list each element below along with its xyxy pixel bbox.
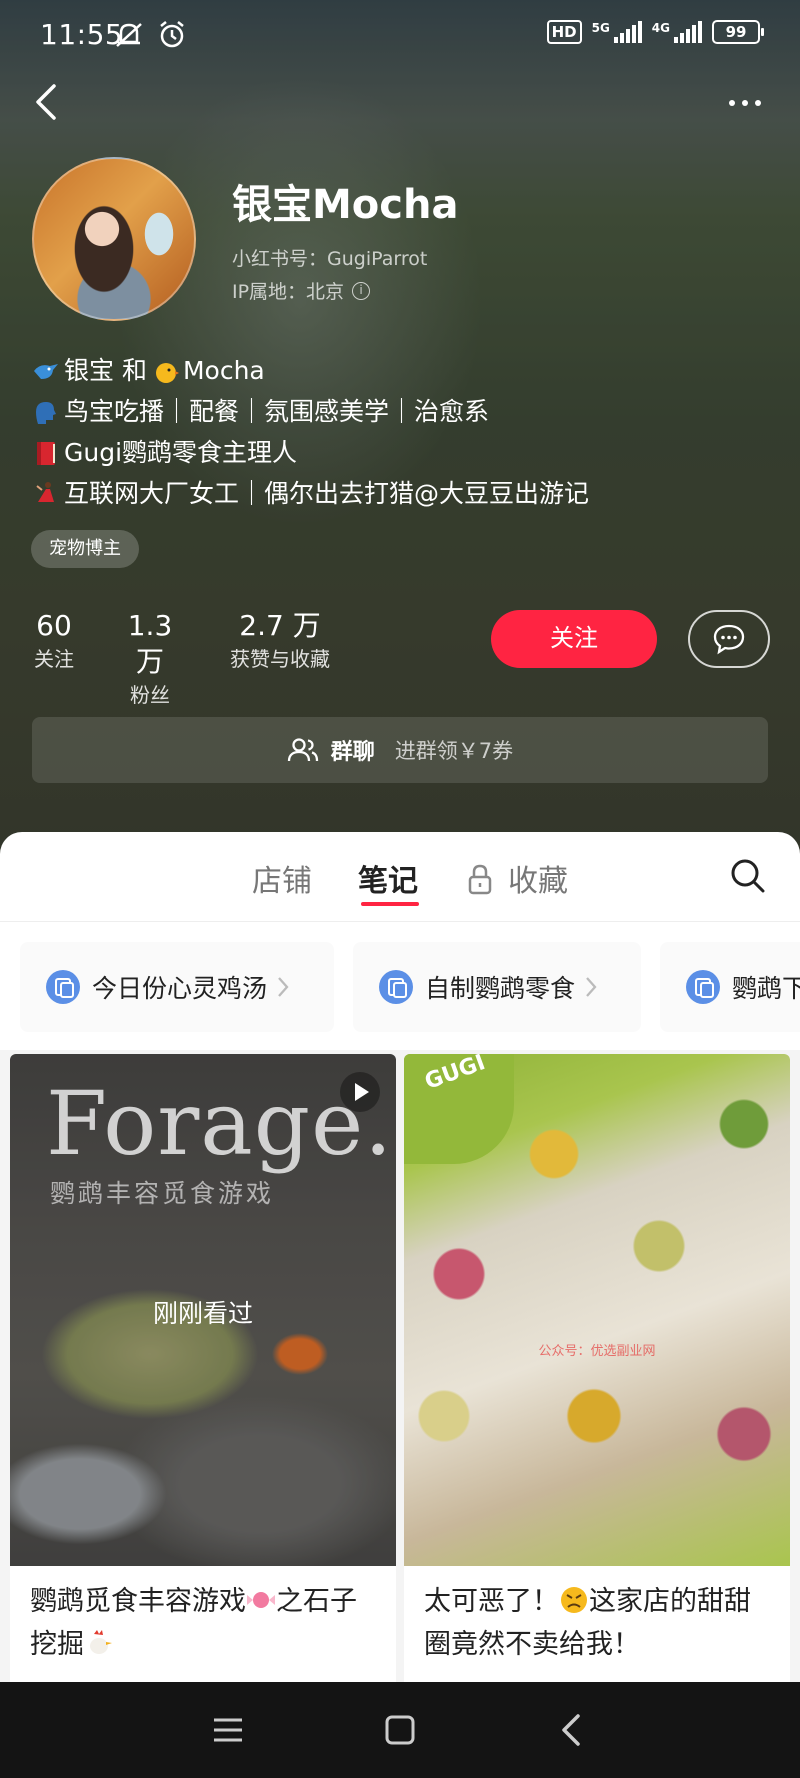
collection-chips: 今日份心灵鸡汤 自制鹦鹉零食 鹦鹉下	[0, 942, 800, 1034]
active-tab-indicator	[361, 902, 419, 906]
signal-4g-icon: 4G	[652, 21, 702, 43]
status-bar: 11:55 HD 5G 4G 99	[0, 0, 800, 70]
status-right: HD 5G 4G 99	[546, 20, 764, 44]
chip-label: 鹦鹉下	[732, 974, 800, 1003]
mute-icon	[116, 23, 142, 47]
follow-button[interactable]: 关注	[491, 610, 657, 668]
note-card[interactable]: GUGI 公众号：优选副业网 太可恶了！ 这家店的甜甜圈竟然不卖给我！	[404, 1054, 790, 1694]
brand-logo-text: GUGI	[421, 1054, 489, 1095]
video-play-icon	[340, 1072, 380, 1112]
group-chat-title: 群聊	[330, 740, 375, 765]
profile-name: 银宝Mocha	[232, 182, 459, 228]
chick-icon	[155, 362, 179, 383]
note-title: 太可恶了！ 这家店的甜甜圈竟然不卖给我！	[424, 1586, 751, 1660]
system-navigation-bar	[0, 1682, 800, 1778]
content-sheet: 店铺 笔记 收藏 今日份心灵鸡汤 自制鹦鹉零食 鹦鹉下 Forage. 鹦鹉丰容…	[0, 832, 800, 1694]
category-tag[interactable]: 宠物博主	[31, 530, 139, 568]
note-title: 鹦鹉觅食丰容游戏 之石子挖掘	[30, 1586, 357, 1660]
cover-subtitle: 鹦鹉丰容觅食游戏	[50, 1179, 275, 1208]
more-icon[interactable]	[720, 92, 770, 114]
chevron-right-icon	[278, 977, 289, 997]
back-nav-icon[interactable]	[552, 1710, 592, 1750]
tab-bar: 店铺 笔记 收藏	[0, 832, 800, 922]
info-icon[interactable]: i	[352, 281, 371, 300]
chip-collection[interactable]: 今日份心灵鸡汤	[20, 942, 334, 1032]
stat-likes[interactable]: 2.7 万 获赞与收藏	[222, 608, 338, 674]
avatar[interactable]	[32, 157, 196, 321]
bio-line-4: 互联网大厂女工｜偶尔出去打猎@大豆豆出游记	[32, 473, 589, 514]
profile-header: 11:55 HD 5G 4G 99 银宝Mocha 小红书号：GugiParro…	[0, 0, 800, 860]
ip-location-text: IP属地：北京	[232, 281, 345, 303]
tab-shop[interactable]: 店铺	[252, 856, 312, 900]
bio-line-2: 鸟宝吃播｜配餐｜氛围感美学｜治愈系	[32, 391, 589, 432]
brand-package: GUGI	[404, 1054, 514, 1164]
recently-viewed-label: 刚刚看过	[152, 1299, 253, 1328]
message-button[interactable]	[688, 610, 770, 668]
chip-collection[interactable]: 自制鹦鹉零食	[353, 942, 641, 1032]
collection-icon	[379, 970, 413, 1004]
search-icon[interactable]	[728, 856, 768, 896]
chevron-right-icon	[586, 977, 597, 997]
menu-icon[interactable]	[208, 1710, 248, 1750]
blue-bird-icon	[34, 363, 58, 379]
stat-following[interactable]: 60 关注	[32, 608, 76, 674]
home-icon[interactable]	[380, 1710, 420, 1750]
collection-icon	[46, 970, 80, 1004]
hd-badge: HD	[546, 20, 582, 44]
lock-icon	[468, 864, 492, 895]
tab-notes[interactable]: 笔记	[358, 856, 418, 900]
note-cover-image: Forage. 鹦鹉丰容觅食游戏 刚刚看过	[10, 1054, 396, 1566]
alarm-icon	[160, 21, 184, 48]
chat-icon	[713, 624, 745, 655]
red-book-icon	[37, 441, 55, 465]
rooster-icon	[90, 1630, 112, 1654]
status-icons	[113, 20, 187, 50]
bio: 银宝 和 Mocha 鸟宝吃播｜配餐｜氛围感美学｜治愈系 Gugi鹦鹉零食主理人…	[32, 350, 589, 514]
note-card[interactable]: Forage. 鹦鹉丰容觅食游戏 刚刚看过 鹦鹉觅食丰容游戏 之石子挖掘	[10, 1054, 396, 1694]
bio-line-3: Gugi鹦鹉零食主理人	[32, 432, 589, 473]
signal-5g-icon: 5G	[592, 21, 642, 43]
chip-label: 自制鹦鹉零食	[425, 974, 576, 1003]
stat-fans[interactable]: 1.3 万 粉丝	[110, 608, 190, 710]
candy-icon	[247, 1592, 275, 1608]
note-cover-image: GUGI 公众号：优选副业网	[404, 1054, 790, 1566]
chip-label: 今日份心灵鸡汤	[92, 974, 268, 1003]
watermark-text: 公众号：优选副业网	[538, 1344, 656, 1359]
status-time: 11:55	[40, 18, 124, 51]
group-chat-bar[interactable]: 群聊 进群领￥7券	[32, 717, 768, 783]
ip-location: IP属地：北京 i	[232, 277, 371, 304]
chip-collection[interactable]: 鹦鹉下	[660, 942, 800, 1032]
angry-face-icon	[561, 1587, 587, 1613]
dancer-icon	[36, 481, 54, 502]
red-id: 小红书号：GugiParrot	[232, 248, 428, 270]
bio-line-1: 银宝 和 Mocha	[32, 350, 589, 391]
back-icon[interactable]	[30, 82, 66, 122]
collection-icon	[686, 970, 720, 1004]
tab-collections[interactable]: 收藏	[508, 856, 568, 900]
battery-icon: 99	[712, 20, 764, 44]
speaking-head-icon	[36, 401, 56, 424]
group-users-icon	[287, 738, 318, 762]
group-chat-subtitle: 进群领￥7券	[394, 739, 514, 763]
